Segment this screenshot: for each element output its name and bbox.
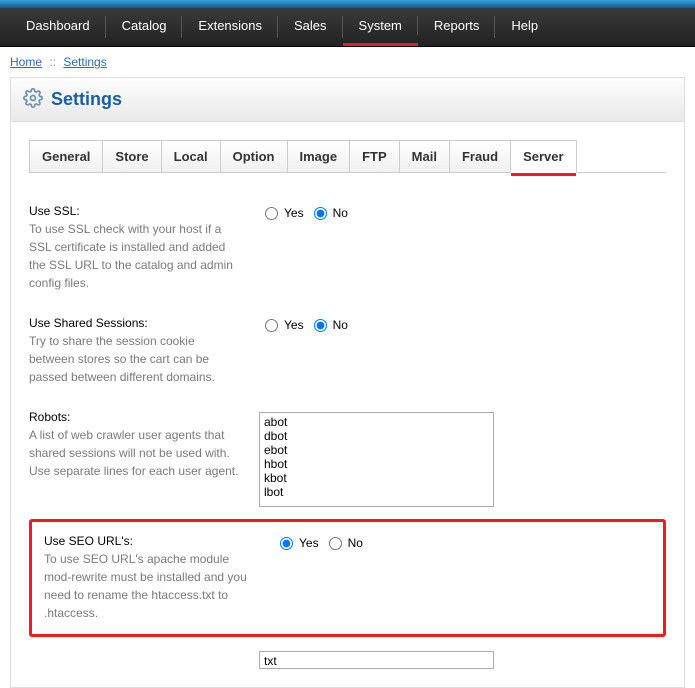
tab-fraud[interactable]: Fraud	[449, 140, 511, 173]
nav-reports[interactable]: Reports	[418, 8, 496, 46]
tab-mail[interactable]: Mail	[399, 140, 450, 173]
row-robots: Robots: A list of web crawler user agent…	[29, 398, 666, 519]
ssl-yes-radio[interactable]	[265, 207, 278, 220]
tabs: General Store Local Option Image FTP Mai…	[11, 122, 684, 173]
robots-textarea[interactable]	[259, 412, 494, 507]
main-nav: Dashboard Catalog Extensions Sales Syste…	[0, 8, 695, 47]
shared-no-label: No	[333, 318, 348, 332]
breadcrumb-settings[interactable]: Settings	[63, 55, 106, 69]
panel-header: Settings	[11, 78, 684, 122]
ssl-radio-group: Yes No	[259, 204, 666, 220]
nav-help[interactable]: Help	[495, 8, 554, 46]
tab-image[interactable]: Image	[287, 140, 351, 173]
tab-local[interactable]: Local	[161, 140, 221, 173]
shared-radio-group: Yes No	[259, 316, 666, 332]
nav-catalog[interactable]: Catalog	[106, 8, 183, 46]
breadcrumb: Home :: Settings	[0, 47, 695, 77]
ssl-no-label: No	[333, 206, 348, 220]
ssl-label: Use SSL:	[29, 204, 239, 218]
seo-radio-group: Yes No	[274, 534, 651, 550]
form-area: Use SSL: To use SSL check with your host…	[11, 174, 684, 687]
shared-help: Try to share the session cookie between …	[29, 334, 215, 384]
seo-label: Use SEO URL's:	[44, 534, 254, 548]
ssl-no-radio[interactable]	[314, 207, 327, 220]
top-accent-bar	[0, 0, 695, 8]
nav-system[interactable]: System	[343, 8, 418, 46]
ssl-help: To use SSL check with your host if a SSL…	[29, 222, 233, 290]
nav-sales[interactable]: Sales	[278, 8, 343, 46]
nav-extensions[interactable]: Extensions	[182, 8, 278, 46]
shared-yes-label: Yes	[284, 318, 304, 332]
ssl-yes-label: Yes	[284, 206, 304, 220]
tab-store[interactable]: Store	[102, 140, 161, 173]
tab-option[interactable]: Option	[220, 140, 288, 173]
robots-help: A list of web crawler user agents that s…	[29, 428, 238, 478]
seo-help: To use SEO URL's apache module mod-rewri…	[44, 552, 247, 620]
nav-dashboard[interactable]: Dashboard	[10, 8, 106, 46]
seo-no-radio[interactable]	[329, 537, 342, 550]
row-shared: Use Shared Sessions: Try to share the se…	[29, 304, 666, 398]
settings-panel: Settings General Store Local Option Imag…	[10, 77, 685, 688]
breadcrumb-sep: ::	[49, 55, 56, 69]
shared-label: Use Shared Sessions:	[29, 316, 239, 330]
row-ssl: Use SSL: To use SSL check with your host…	[29, 192, 666, 304]
breadcrumb-home[interactable]: Home	[10, 55, 42, 69]
page-title: Settings	[51, 89, 122, 110]
seo-yes-radio[interactable]	[280, 537, 293, 550]
tab-server[interactable]: Server	[510, 140, 576, 173]
shared-no-radio[interactable]	[314, 319, 327, 332]
row-seo: Use SEO URL's: To use SEO URL's apache m…	[29, 519, 666, 637]
tab-ftp[interactable]: FTP	[349, 140, 400, 173]
tab-general[interactable]: General	[29, 140, 103, 173]
seo-no-label: No	[348, 536, 363, 550]
robots-label: Robots:	[29, 410, 239, 424]
shared-yes-radio[interactable]	[265, 319, 278, 332]
seo-yes-label: Yes	[299, 536, 319, 550]
gear-icon	[23, 88, 43, 111]
row-extra	[29, 637, 666, 669]
extra-textarea[interactable]	[259, 651, 494, 669]
